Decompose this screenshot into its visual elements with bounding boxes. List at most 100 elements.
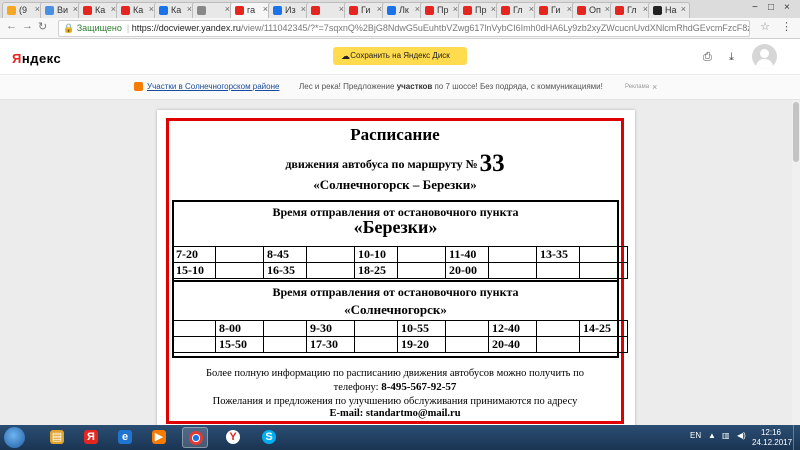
section-solnechnogorsk: Время отправления от остановочного пункт… — [172, 282, 628, 358]
url-host: https://docviewer.yandex.ru — [131, 23, 241, 33]
table-row: 7-20 8-45 10-10 11-40 13-35 — [172, 246, 628, 263]
time-cell — [397, 262, 446, 279]
time-cell — [488, 262, 537, 279]
tray-expand-icon[interactable]: ▲ — [708, 431, 716, 440]
close-window-icon[interactable]: × — [784, 2, 790, 13]
url-input[interactable]: 🔒 Защищено | https://docviewer.yandex.ru… — [58, 20, 750, 37]
scrollbar-thumb[interactable] — [793, 102, 799, 162]
time-cell: 20-00 — [445, 262, 489, 279]
taskbar-explorer-icon[interactable]: ▤ — [44, 427, 70, 448]
save-to-disk-button[interactable]: ☁ Сохранить на Яндекс Диск — [333, 47, 467, 65]
lock-icon: 🔒 — [63, 23, 75, 33]
taskbar-skype-icon[interactable]: S — [256, 427, 282, 448]
tab-favicon-icon — [539, 6, 548, 15]
browser-tab[interactable]: Оп × — [572, 2, 614, 18]
tab-favicon-icon — [425, 6, 434, 15]
browser-tab[interactable]: (9 × — [2, 2, 44, 18]
volume-icon[interactable]: ◀) — [737, 431, 746, 440]
tab-label: Ка — [133, 5, 144, 15]
schedule-table-berezki: 7-20 8-45 10-10 11-40 13-35 15-10 16-35 18-25 20… — [172, 246, 628, 279]
browser-tab[interactable]: На × — [648, 2, 690, 18]
section-berezki: Время отправления от остановочного пункт… — [172, 200, 628, 282]
browser-tab[interactable]: Ви × — [40, 2, 82, 18]
bookmark-star-icon[interactable]: ☆ — [760, 20, 770, 33]
minimize-icon[interactable]: − — [752, 2, 758, 13]
time-cell — [397, 246, 446, 263]
tab-close-icon[interactable]: × — [681, 4, 686, 14]
browser-tab[interactable]: Ги × — [534, 2, 576, 18]
taskbar-chrome-icon[interactable] — [182, 427, 208, 448]
schedule-frame: Расписание движения автобуса по маршруту… — [166, 118, 628, 424]
tab-favicon-icon — [7, 6, 16, 15]
time-cell — [306, 246, 355, 263]
browser-tab[interactable]: × — [192, 2, 234, 18]
browser-tab[interactable]: Ги × — [344, 2, 386, 18]
document-viewport[interactable]: Расписание движения автобуса по маршруту… — [0, 100, 800, 425]
time-cell: 9-30 — [306, 320, 355, 337]
browser-tab[interactable]: га × — [230, 2, 272, 18]
time-cell: 12-40 — [488, 320, 537, 337]
footer-email: E-mail: standartmo@mail.ru — [329, 408, 461, 419]
time-cell: 20-40 — [488, 336, 537, 353]
tab-label: (9 — [19, 5, 28, 15]
browser-tab[interactable]: Ка × — [78, 2, 120, 18]
taskbar-yandex-browser-icon[interactable]: Y — [220, 427, 246, 448]
window-controls: − □ × — [746, 0, 800, 18]
tab-label: Оп — [589, 5, 601, 15]
time-cell — [354, 320, 398, 337]
tab-favicon-icon — [577, 6, 586, 15]
tab-label: Гл — [627, 5, 637, 15]
browser-tab[interactable]: Гл × — [496, 2, 538, 18]
maximize-icon[interactable]: □ — [768, 2, 774, 13]
tab-favicon-icon — [83, 6, 92, 15]
browser-tab[interactable]: Гл × — [610, 2, 652, 18]
ad-mark: Реклама — [625, 84, 650, 90]
browser-tab[interactable]: Из × — [268, 2, 310, 18]
yandex-logo[interactable]: Яндекс — [12, 51, 61, 66]
taskbar-ie-icon[interactable]: e — [112, 427, 138, 448]
start-button[interactable] — [4, 427, 25, 448]
table-row: 8-00 9-30 10-55 12-40 14-25 — [172, 320, 628, 337]
network-icon[interactable]: ▥ — [722, 431, 730, 440]
language-indicator[interactable]: EN — [690, 431, 701, 440]
taskbar-media-icon[interactable]: ▶ — [146, 427, 172, 448]
tab-favicon-icon — [235, 6, 244, 15]
time-cell — [579, 336, 628, 353]
time-cell: 8-45 — [263, 246, 307, 263]
browser-tab[interactable]: Ка × — [116, 2, 158, 18]
vertical-scrollbar[interactable] — [792, 100, 800, 425]
time-cell: 15-10 — [172, 262, 216, 279]
address-bar: ← → ↻ 🔒 Защищено | https://docviewer.yan… — [0, 18, 800, 39]
printer-icon[interactable]: ⎙ — [703, 51, 712, 64]
forward-icon[interactable]: → — [22, 20, 33, 32]
section2-stop: «Солнечногорск» — [344, 302, 447, 317]
browser-tab[interactable]: × — [306, 2, 348, 18]
time-cell — [263, 336, 307, 353]
tab-label: Ги — [551, 5, 561, 15]
time-cell: 14-25 — [579, 320, 628, 337]
download-icon[interactable]: ⤓ — [729, 51, 734, 64]
reload-icon[interactable]: ↻ — [38, 20, 47, 33]
tab-label: Пр — [475, 5, 487, 15]
footer-info: Более полную информацию по расписанию дв… — [206, 368, 584, 379]
show-desktop-button[interactable] — [793, 425, 800, 450]
avatar[interactable] — [752, 44, 777, 69]
browser-tab[interactable]: Лк × — [382, 2, 424, 18]
taskbar-yandex-icon[interactable]: Я — [78, 427, 104, 448]
time-cell — [536, 262, 580, 279]
tab-label: Из — [285, 5, 296, 15]
ad-close-icon[interactable]: × — [652, 75, 657, 99]
tab-label: Ги — [361, 5, 371, 15]
ad-link[interactable]: Участки в Солнечногорском районе — [147, 75, 279, 99]
tab-favicon-icon — [387, 6, 396, 15]
browser-tab[interactable]: Пр × — [420, 2, 462, 18]
browser-tab[interactable]: Пр × — [458, 2, 500, 18]
time-cell — [445, 336, 489, 353]
back-icon[interactable]: ← — [6, 20, 17, 32]
time-cell: 16-35 — [263, 262, 307, 279]
browser-tab[interactable]: Ка × — [154, 2, 196, 18]
clock[interactable]: 12:16 24.12.2017 — [752, 428, 792, 448]
tab-favicon-icon — [349, 6, 358, 15]
time-cell — [215, 262, 264, 279]
browser-menu-icon[interactable]: ⋮ — [781, 20, 792, 33]
